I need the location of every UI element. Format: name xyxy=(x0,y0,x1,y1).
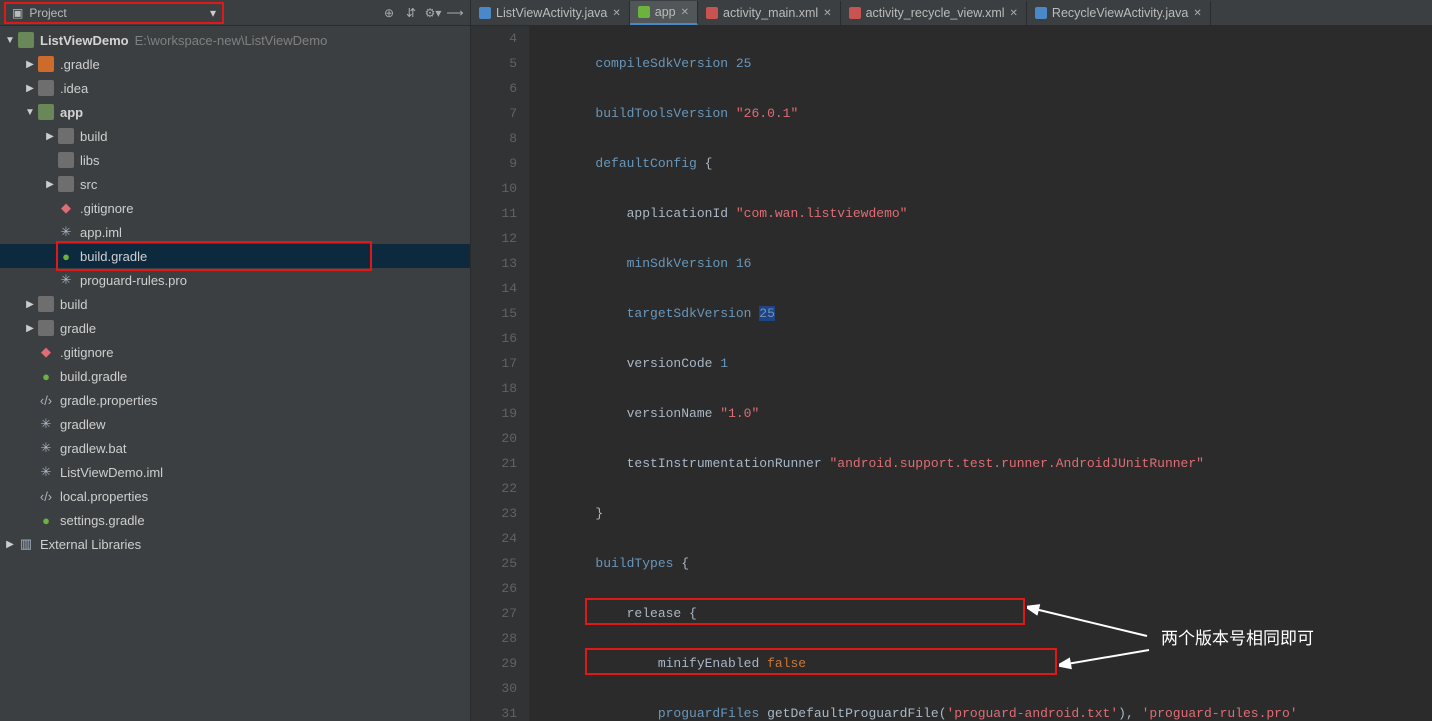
tree-iml[interactable]: ✳ListViewDemo.iml xyxy=(0,460,470,484)
tab-listviewactivity[interactable]: ListViewActivity.java✕ xyxy=(471,1,630,25)
project-selector-dropdown[interactable]: ▣ Project ▾ xyxy=(4,2,224,24)
project-tree[interactable]: ▼ListViewDemoE:\workspace-new\ListViewDe… xyxy=(0,26,470,721)
tree-src[interactable]: ▶src xyxy=(0,172,470,196)
project-selector-label: Project xyxy=(29,6,66,20)
collapse-icon[interactable]: ⇵ xyxy=(402,4,420,22)
close-icon[interactable]: ✕ xyxy=(681,7,689,18)
gradle-icon xyxy=(638,6,650,18)
tree-local-props[interactable]: ‹/›local.properties xyxy=(0,484,470,508)
gear-icon[interactable]: ⚙▾ xyxy=(424,4,442,22)
tree-libs[interactable]: libs xyxy=(0,148,470,172)
tree-app-build[interactable]: ▶build xyxy=(0,124,470,148)
tree-settings-gradle[interactable]: ●settings.gradle xyxy=(0,508,470,532)
close-icon[interactable]: ✕ xyxy=(612,8,620,19)
tree-idea[interactable]: ▶.idea xyxy=(0,76,470,100)
tree-ext-libs[interactable]: ▶▥External Libraries xyxy=(0,532,470,556)
tree-proguard[interactable]: ✳proguard-rules.pro xyxy=(0,268,470,292)
editor-area: ListViewActivity.java✕ app✕ activity_mai… xyxy=(471,0,1432,721)
tab-activity-recycle[interactable]: activity_recycle_view.xml✕ xyxy=(841,1,1027,25)
tab-recycleviewactivity[interactable]: RecycleViewActivity.java✕ xyxy=(1027,1,1211,25)
tree-app[interactable]: ▼app xyxy=(0,100,470,124)
tree-gitignore2[interactable]: ◆.gitignore xyxy=(0,340,470,364)
close-icon[interactable]: ✕ xyxy=(1193,8,1201,19)
code-editor[interactable]: 4567891011121314151617181920212223242526… xyxy=(471,26,1432,721)
tree-root[interactable]: ▼ListViewDemoE:\workspace-new\ListViewDe… xyxy=(0,28,470,52)
tree-gradle[interactable]: ▶.gradle xyxy=(0,52,470,76)
java-icon xyxy=(1035,7,1047,19)
tree-build[interactable]: ▶build xyxy=(0,292,470,316)
xml-icon xyxy=(706,7,718,19)
xml-icon xyxy=(849,7,861,19)
tree-build-gradle2[interactable]: ●build.gradle xyxy=(0,364,470,388)
locate-icon[interactable]: ⊕ xyxy=(380,4,398,22)
project-panel: ▣ Project ▾ ⊕ ⇵ ⚙▾ ⟶ ▼ListViewDemoE:\wor… xyxy=(0,0,471,721)
editor-code[interactable]: compileSdkVersion 25 buildToolsVersion "… xyxy=(529,26,1432,721)
tab-app-gradle[interactable]: app✕ xyxy=(630,1,698,25)
tree-app-iml[interactable]: ✳app.iml xyxy=(0,220,470,244)
tree-gradle2[interactable]: ▶gradle xyxy=(0,316,470,340)
tree-build-gradle-selected[interactable]: ●build.gradle xyxy=(0,244,470,268)
project-panel-tools: ⊕ ⇵ ⚙▾ ⟶ xyxy=(380,4,470,22)
close-icon[interactable]: ✕ xyxy=(823,8,831,19)
project-panel-header: ▣ Project ▾ ⊕ ⇵ ⚙▾ ⟶ xyxy=(0,0,470,26)
editor-gutter: 4567891011121314151617181920212223242526… xyxy=(471,26,529,721)
annotation-text: 两个版本号相同即可 xyxy=(1161,626,1314,651)
tab-activity-main[interactable]: activity_main.xml✕ xyxy=(698,1,841,25)
tree-gradlew[interactable]: ✳gradlew xyxy=(0,412,470,436)
hide-icon[interactable]: ⟶ xyxy=(446,4,464,22)
editor-tabbar: ListViewActivity.java✕ app✕ activity_mai… xyxy=(471,0,1432,26)
java-icon xyxy=(479,7,491,19)
tree-gradlew-bat[interactable]: ✳gradlew.bat xyxy=(0,436,470,460)
tree-gitignore[interactable]: ◆.gitignore xyxy=(0,196,470,220)
tree-gradle-props[interactable]: ‹/›gradle.properties xyxy=(0,388,470,412)
close-icon[interactable]: ✕ xyxy=(1010,8,1018,19)
